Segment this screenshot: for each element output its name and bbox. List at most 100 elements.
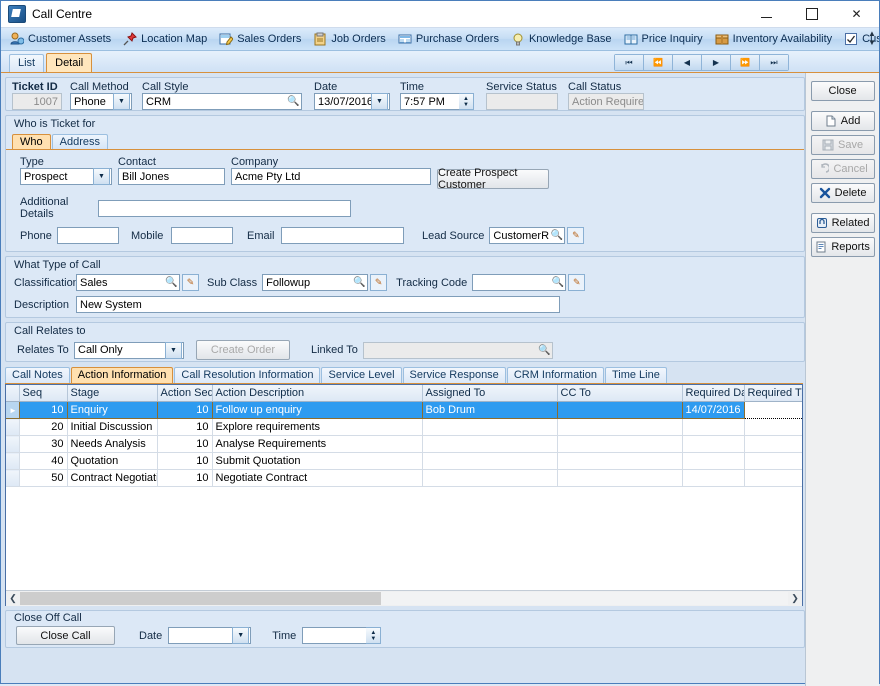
sidebar-label: Add [840,115,861,127]
tab-address[interactable]: Address [51,134,108,149]
close-call-button[interactable]: Close Call [16,626,115,645]
classification-edit-icon[interactable]: ✎ [182,274,199,291]
tab-service-level[interactable]: Service Level [321,367,402,383]
lead-source-input[interactable]: CustomerReferral 🔍 [489,227,566,244]
table-row[interactable]: 40 Quotation 10 Submit Quotation [6,452,802,470]
contact-input[interactable]: Bill Jones [118,168,225,185]
toolbar-overflow-chevron[interactable]: ▲ ▼ [867,29,877,47]
tab-detail[interactable]: Detail [46,53,93,72]
cell-required-time[interactable] [743,401,802,419]
related-button[interactable]: Related [810,213,875,233]
add-button[interactable]: Add [810,111,875,131]
table-row[interactable]: ► 10 Enquiry 10 Follow up enquiry Bob Dr… [6,401,802,419]
spinner-arrows-icon[interactable]: ▲ ▼ [366,627,382,644]
minimize-icon [761,16,772,18]
search-icon[interactable]: 🔍 [164,275,179,290]
tracking-code-input[interactable]: 🔍 [472,274,567,291]
tab-service-response[interactable]: Service Response [402,367,506,383]
close-time-spinner[interactable]: ▲ ▼ [302,627,382,644]
tab-list[interactable]: List [9,54,45,72]
ticket-id-label: Ticket ID [12,81,58,93]
tab-crm-information[interactable]: CRM Information [506,367,604,383]
additional-details-input[interactable] [98,199,351,217]
relates-to-select[interactable]: Call Only ▼ [74,341,184,359]
lead-source-edit-icon[interactable]: ✎ [567,227,585,244]
company-input[interactable]: Acme Pty Ltd [231,168,431,185]
close-button-sidebar[interactable]: Close [810,81,875,101]
reports-button[interactable]: Reports [810,237,875,257]
book-icon [624,32,638,46]
delete-button[interactable]: Delete [810,183,875,203]
scroll-track[interactable] [20,592,788,605]
time-spinner[interactable]: 7:57 PM ▲ ▼ [400,93,474,110]
nav-purchase-orders[interactable]: Purchase Orders [393,29,504,49]
scroll-right-icon[interactable]: ❯ [788,593,802,604]
tracking-code-edit-icon[interactable]: ✎ [568,274,586,291]
chevron-down-icon: ▼ [371,93,388,110]
col-required-time[interactable]: Required Time [744,385,802,402]
mobile-label: Mobile [131,229,164,242]
sub-class-input[interactable]: Followup 🔍 [262,274,369,291]
call-method-select[interactable]: Phone ▼ [70,93,132,110]
mobile-input[interactable] [171,227,233,244]
table-row[interactable]: 20 Initial Discussion 10 Explore require… [6,418,802,436]
nav-sales-orders[interactable]: Sales Orders [214,29,306,49]
tab-call-resolution-information[interactable]: Call Resolution Information [174,367,321,383]
first-record-button[interactable]: ⏮ [615,55,644,70]
window-title: Call Centre [32,7,93,21]
nav-customer-assets[interactable]: Customer Assets [5,29,116,49]
nav-job-orders[interactable]: Job Orders [308,29,390,49]
col-seq[interactable]: Seq [19,385,68,402]
call-style-input[interactable]: CRM 🔍 [142,93,302,110]
spinner-arrows-icon[interactable]: ▲ ▼ [459,93,474,110]
search-icon[interactable]: 🔍 [550,275,565,290]
phone-input[interactable] [57,227,119,244]
linked-to-input: 🔍 [362,341,553,359]
nav-location-map[interactable]: Location Map [118,29,212,49]
row-indicator [6,435,20,453]
maximize-button[interactable] [789,1,834,27]
call-style-label: Call Style [142,81,189,93]
search-icon[interactable]: 🔍 [549,228,564,243]
col-assigned-to[interactable]: Assigned To [422,385,558,402]
nav-knowledge-base[interactable]: Knowledge Base [506,29,617,49]
classification-input[interactable]: Sales 🔍 [76,274,180,291]
table-row[interactable]: 30 Needs Analysis 10 Analyse Requirement… [6,435,802,453]
col-cc-to[interactable]: CC To [557,385,683,402]
close-date-picker[interactable]: ▼ [168,627,252,644]
close-button[interactable]: ✕ [834,1,879,27]
scroll-thumb[interactable] [20,592,381,605]
nav-price-inquiry[interactable]: Price Inquiry [619,29,708,49]
scroll-left-icon[interactable]: ❮ [6,593,20,604]
next-page-button[interactable]: ⏩ [731,55,760,70]
type-select[interactable]: Prospect ▼ [20,168,112,185]
search-icon[interactable]: 🔍 [352,275,367,290]
col-stage[interactable]: Stage [67,385,158,402]
create-prospect-customer-button[interactable]: Create Prospect Customer [437,167,549,191]
grid-body: ► 10 Enquiry 10 Follow up enquiry Bob Dr… [6,401,802,487]
col-action-seq[interactable]: Action Seq [157,385,213,402]
call-style-value: CRM [146,95,172,108]
col-action-description[interactable]: Action Description [212,385,423,402]
table-row[interactable]: 50 Contract Negotiation 10 Negotiate Con… [6,469,802,487]
col-required-date[interactable]: Required Date [682,385,745,402]
tab-action-information[interactable]: Action Information [70,367,174,383]
cell-assigned-to [422,452,558,470]
nav-inventory-availability[interactable]: Inventory Availability [710,29,837,49]
description-input[interactable]: New System [76,296,560,313]
last-record-button[interactable]: ⏭ [760,55,788,70]
email-input[interactable] [281,227,404,244]
tab-time-line[interactable]: Time Line [604,367,667,383]
prev-record-button[interactable]: ◀ [673,55,702,70]
minimize-button[interactable] [744,1,789,27]
date-picker[interactable]: 13/07/2016 ▼ [314,93,390,110]
window-controls: ✕ [744,1,879,27]
tab-call-notes[interactable]: Call Notes [5,367,70,383]
sub-class-edit-icon[interactable]: ✎ [370,274,388,291]
next-record-button[interactable]: ▶ [702,55,731,70]
action-information-grid[interactable]: Seq Stage Action Seq Action Description … [5,384,803,606]
search-icon[interactable]: 🔍 [286,94,301,109]
tab-who[interactable]: Who [12,134,51,149]
grid-horizontal-scrollbar[interactable]: ❮ ❯ [6,590,802,606]
prev-page-button[interactable]: ⏪ [644,55,673,70]
